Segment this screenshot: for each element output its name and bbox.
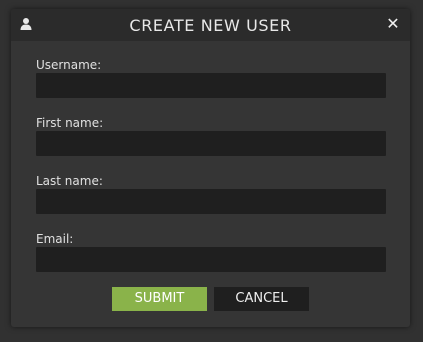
email-input[interactable] bbox=[36, 247, 386, 272]
last-name-label: Last name: bbox=[36, 174, 103, 188]
email-label: Email: bbox=[36, 232, 74, 246]
username-label: Username: bbox=[36, 58, 102, 72]
last-name-input[interactable] bbox=[36, 189, 386, 214]
screen-background: CREATE NEW USER ✕ Username: First name: … bbox=[0, 0, 423, 342]
create-user-dialog: CREATE NEW USER ✕ Username: First name: … bbox=[11, 9, 410, 327]
first-name-input[interactable] bbox=[36, 131, 386, 156]
submit-button[interactable]: SUBMIT bbox=[112, 287, 207, 311]
first-name-label: First name: bbox=[36, 116, 104, 130]
cancel-button[interactable]: CANCEL bbox=[214, 287, 309, 311]
username-input[interactable] bbox=[36, 73, 386, 98]
close-icon[interactable]: ✕ bbox=[384, 15, 402, 33]
dialog-title: CREATE NEW USER bbox=[129, 16, 292, 35]
dialog-titlebar: CREATE NEW USER ✕ bbox=[11, 9, 410, 41]
